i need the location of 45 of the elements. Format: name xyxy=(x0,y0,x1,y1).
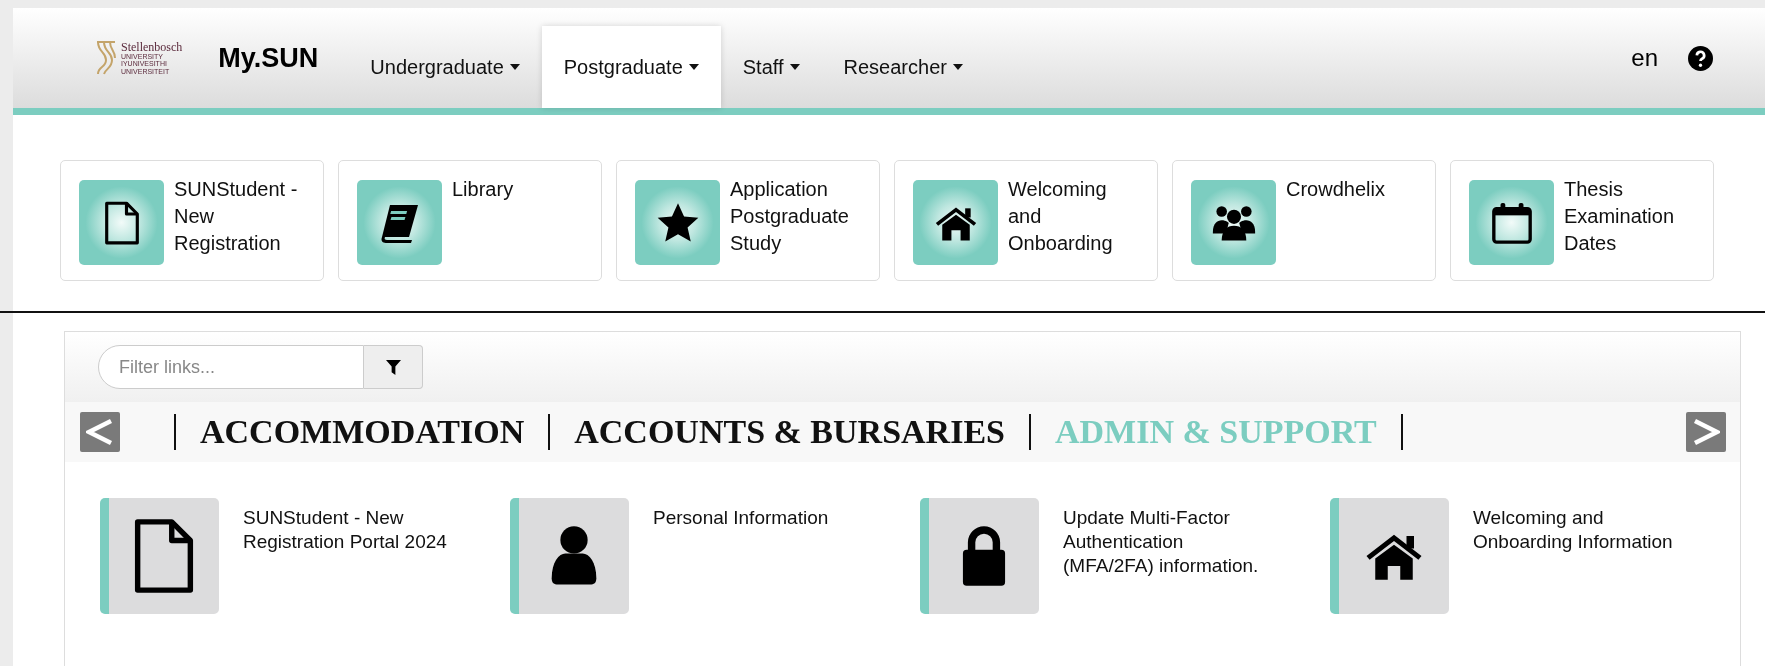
quick-link-card[interactable]: SUNStudent - New Registration xyxy=(60,160,324,281)
funnel-icon xyxy=(385,359,401,375)
link-tile[interactable] xyxy=(510,498,629,614)
quick-link-card[interactable]: Application Postgraduate Study xyxy=(616,160,880,281)
link-tile[interactable] xyxy=(1330,498,1449,614)
document-icon xyxy=(133,517,195,595)
quick-link-label: Application Postgraduate Study xyxy=(730,177,850,256)
category-tab[interactable]: ACCOUNTS & BURSARIES xyxy=(574,413,1005,451)
nav-menu[interactable]: Researcher xyxy=(821,26,985,108)
link-tile[interactable] xyxy=(100,498,219,614)
calendar-icon xyxy=(1489,200,1534,245)
link-label[interactable]: Personal Information xyxy=(653,506,858,614)
caret-icon xyxy=(688,64,699,70)
nav-menu[interactable]: Undergraduate xyxy=(348,26,542,108)
category-tab[interactable]: ACCOMMODATION xyxy=(200,413,525,451)
site-title[interactable]: My.SUN xyxy=(218,42,319,74)
quick-link-card[interactable]: Welcoming and Onboarding xyxy=(894,160,1158,281)
quick-link-label: Crowdhelix xyxy=(1286,177,1386,202)
quick-link-label: Thesis Examination Dates xyxy=(1564,177,1676,256)
previous-button[interactable] xyxy=(80,412,120,452)
help-icon[interactable] xyxy=(1688,45,1713,71)
filter-field[interactable]: Filter links... xyxy=(98,345,364,389)
chevron-right-icon xyxy=(1692,418,1720,446)
link-tile[interactable] xyxy=(920,498,1039,614)
nav-menu[interactable]: Postgraduate xyxy=(541,26,721,108)
quick-link-label: Welcoming and Onboarding xyxy=(1008,177,1114,256)
quick-link-card[interactable]: Thesis Examination Dates xyxy=(1450,160,1714,281)
quick-link-card[interactable]: Library xyxy=(338,160,602,281)
link-label[interactable]: Update Multi-Factor Authentication (MFA/2FA) information. xyxy=(1063,506,1268,614)
quick-link-label: SUNStudent - New Registration xyxy=(174,177,299,256)
logo-emblem xyxy=(95,40,117,76)
caret-icon xyxy=(789,64,800,70)
chevron-left-icon xyxy=(86,418,114,446)
quick-link-card[interactable]: Crowdhelix xyxy=(1172,160,1436,281)
logo-name: Stellenbosch xyxy=(121,41,183,53)
link-label[interactable]: Welcoming and Onboarding Information xyxy=(1473,506,1678,614)
language-link[interactable]: en xyxy=(1631,44,1658,72)
filter-button[interactable] xyxy=(364,345,423,389)
caret-icon xyxy=(952,64,963,70)
next-button[interactable] xyxy=(1686,412,1726,452)
link-label[interactable]: SUNStudent - New Registration Portal 2024 xyxy=(243,506,448,614)
quick-link-label: Library xyxy=(452,177,515,202)
caret-icon xyxy=(509,64,520,70)
document-icon xyxy=(103,199,140,246)
nav-menu[interactable]: Staff xyxy=(720,26,822,108)
